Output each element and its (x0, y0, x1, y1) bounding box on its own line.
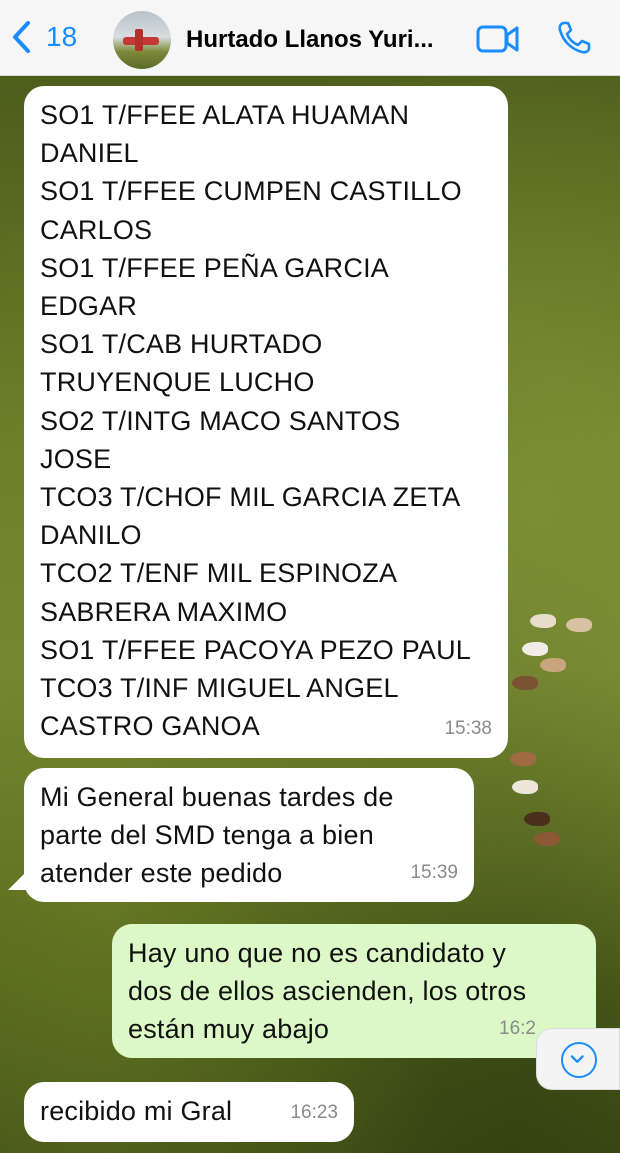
message-text-line: TCO3 T/CHOF MIL GARCIA ZETA (40, 482, 461, 513)
message-text-line: SO2 T/INTG MACO SANTOS (40, 405, 401, 436)
message-text-line: EDGAR (40, 291, 138, 322)
video-camera-icon[interactable] (476, 22, 520, 56)
message-text-line: SO1 T/FFEE ALATA HUAMAN (40, 100, 410, 130)
message-bubble-incoming[interactable]: recibido mi Gral 16:23 (24, 1082, 354, 1142)
unread-count: 18 (46, 21, 78, 52)
message-text-line: SO1 T/FFEE CUMPEN CASTILLO (40, 176, 462, 207)
wallpaper-horse (512, 780, 538, 794)
wallpaper-horse (534, 832, 560, 846)
message-text-line: parte del SMD tenga a bien (40, 820, 374, 851)
wallpaper-horse (540, 658, 566, 672)
message-bubble-incoming[interactable]: Mi General buenas tardes de parte del SM… (24, 768, 474, 902)
message-timestamp: 16:2 (499, 1017, 536, 1039)
chevron-left-icon (13, 21, 30, 53)
message-timestamp: 16:23 (290, 1101, 338, 1123)
message-text-line: TRUYENQUE LUCHO (40, 367, 315, 398)
message-bubble-outgoing[interactable]: Hay uno que no es candidato y dos de ell… (112, 924, 596, 1058)
message-text-line: TCO3 T/INF MIGUEL ANGEL (40, 673, 399, 704)
message-text-line: SO1 T/FFEE PACOYA PEZO PAUL (40, 634, 472, 665)
message-text-line: JOSE (40, 443, 112, 474)
scroll-to-bottom-button[interactable] (536, 1028, 620, 1090)
back-button[interactable]: 18 (10, 20, 77, 54)
wallpaper-horse (530, 614, 556, 628)
message-timestamp: 15:39 (410, 861, 458, 883)
message-text-line: SABRERA MAXIMO (40, 596, 288, 627)
phone-icon[interactable] (556, 20, 592, 56)
message-text-line: CASTRO GANOA (40, 711, 260, 742)
message-text-line: dos de ellos ascienden, los otros (128, 976, 527, 1007)
message-bubble-incoming[interactable]: SO1 T/FFEE ALATA HUAMAN DANIEL SO1 T/FFE… (24, 86, 508, 758)
message-text-line: TCO2 T/ENF MIL ESPINOZA (40, 558, 398, 589)
message-text-line: atender este pedido (40, 858, 283, 889)
wallpaper-horse (522, 642, 548, 656)
message-text-line: SO1 T/FFEE PEÑA GARCIA (40, 252, 389, 283)
message-timestamp: 15:38 (444, 717, 492, 739)
message-text-line: Mi General buenas tardes de (40, 782, 394, 812)
message-text-line: Hay uno que no es candidato y (128, 938, 507, 968)
avatar-image-detail (135, 29, 143, 51)
chat-header: 18 Hurtado Llanos Yuri... (0, 0, 620, 76)
wallpaper-horse (512, 676, 538, 690)
chevron-down-circle-icon (561, 1042, 597, 1078)
wallpaper-horse (510, 752, 536, 766)
message-text-line: CARLOS (40, 214, 153, 245)
wallpaper-horse (566, 618, 592, 632)
contact-name[interactable]: Hurtado Llanos Yuri... (186, 26, 456, 54)
message-text-line: SO1 T/CAB HURTADO (40, 329, 323, 360)
wallpaper-horse (524, 812, 550, 826)
message-text-line: DANILO (40, 520, 142, 551)
avatar[interactable] (113, 11, 171, 69)
message-text-line: DANIEL (40, 138, 139, 169)
